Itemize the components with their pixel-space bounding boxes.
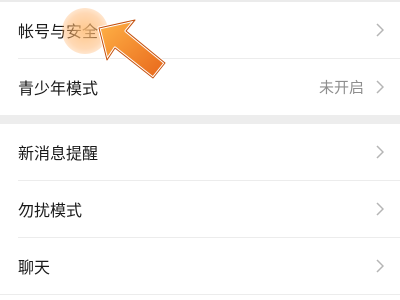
settings-item-label: 聊天 (18, 258, 51, 277)
settings-item-youth-mode[interactable]: 青少年模式 未开启 (0, 59, 400, 115)
settings-item-do-not-disturb[interactable]: 勿扰模式 (0, 181, 400, 237)
chevron-right-icon (376, 80, 384, 94)
youth-mode-status: 未开启 (318, 78, 364, 97)
chevron-right-icon (376, 23, 384, 37)
section-separator (0, 115, 400, 124)
chevron-right-icon (376, 145, 384, 159)
settings-screen: 帐号与安全 青少年模式 未开启 新消息提醒 勿扰模式 聊天 (0, 0, 400, 300)
settings-item-label: 青少年模式 (18, 79, 99, 98)
divider (0, 294, 400, 295)
settings-item-label: 帐号与安全 (18, 22, 99, 41)
settings-item-chat[interactable]: 聊天 (0, 238, 400, 294)
chevron-right-icon (376, 202, 384, 216)
settings-item-label: 勿扰模式 (18, 201, 83, 220)
settings-item-account-security[interactable]: 帐号与安全 (0, 2, 400, 58)
chevron-right-icon (376, 259, 384, 273)
settings-item-label: 新消息提醒 (18, 144, 99, 163)
settings-item-new-message-alerts[interactable]: 新消息提醒 (0, 124, 400, 180)
